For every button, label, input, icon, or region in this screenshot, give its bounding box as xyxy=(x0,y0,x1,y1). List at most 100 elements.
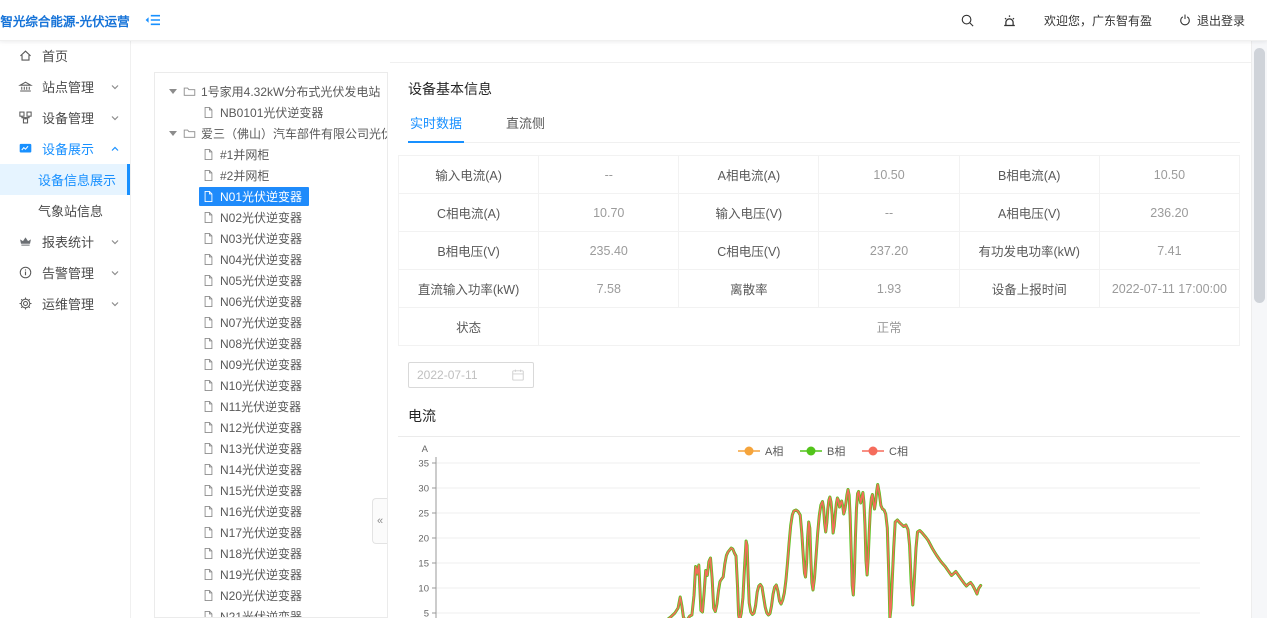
tree-device[interactable]: N13光伏逆变器 xyxy=(155,438,387,459)
sidebar-item-operations[interactable]: 运维管理 xyxy=(0,288,130,319)
logout-label: 退出登录 xyxy=(1197,12,1245,29)
sidebar-item-device-info-display[interactable]: 设备信息展示 xyxy=(0,164,130,195)
sidebar-item-alarms[interactable]: 告警管理 xyxy=(0,257,130,288)
sidebar-item-reports[interactable]: 报表统计 xyxy=(0,226,130,257)
field-value: 237.20 xyxy=(819,232,959,270)
legend-label[interactable]: A相 xyxy=(765,445,783,458)
vertical-scrollbar[interactable] xyxy=(1251,40,1267,618)
chart-title: 电流 xyxy=(408,406,1240,426)
alarm-icon[interactable] xyxy=(1001,12,1018,29)
search-icon[interactable] xyxy=(960,13,975,28)
sidebar-label: 运维管理 xyxy=(42,294,94,313)
sidebar-item-devices[interactable]: 设备管理 xyxy=(0,102,130,133)
tab-dc-side[interactable]: 直流侧 xyxy=(504,113,547,142)
main-panel: 设备基本信息 实时数据 直流侧 输入电流(A)--A相电流(A)10.50B相电… xyxy=(390,40,1252,618)
tree-device[interactable]: N05光伏逆变器 xyxy=(155,270,387,291)
menu-fold-icon[interactable] xyxy=(144,11,162,29)
device-tree: 1号家用4.32kW分布式光伏发电站NB0101光伏逆变器爱三（佛山）汽车部件有… xyxy=(155,73,387,618)
field-value: 2022-07-11 17:00:00 xyxy=(1099,270,1239,308)
tree-device[interactable]: N10光伏逆变器 xyxy=(155,375,387,396)
header-right: 欢迎您，广东智有盈 退出登录 xyxy=(960,12,1267,29)
legend-label[interactable]: C相 xyxy=(889,445,908,458)
field-value: 10.50 xyxy=(1099,156,1239,194)
logout-button[interactable]: 退出登录 xyxy=(1178,12,1245,29)
calendar-icon xyxy=(511,368,525,382)
sidebar-item-weather-station[interactable]: 气象站信息 xyxy=(0,195,130,226)
field-value: 10.50 xyxy=(819,156,959,194)
series-B相 xyxy=(436,485,981,618)
table-row: B相电压(V)235.40C相电压(V)237.20有功发电功率(kW)7.41 xyxy=(399,232,1240,270)
field-value: 1.93 xyxy=(819,270,959,308)
chevron-up-icon xyxy=(110,144,120,154)
svg-text:20: 20 xyxy=(418,534,429,545)
tree-device[interactable]: N07光伏逆变器 xyxy=(155,312,387,333)
current-chart: 0510152025303500:0001:0002:0003:0004:000… xyxy=(398,441,1240,618)
tree-device[interactable]: N12光伏逆变器 xyxy=(155,417,387,438)
tree-device[interactable]: NB0101光伏逆变器 xyxy=(155,102,387,123)
field-value: -- xyxy=(539,156,679,194)
field-label: C相电流(A) xyxy=(399,194,539,232)
sidebar-item-sites[interactable]: 站点管理 xyxy=(0,71,130,102)
tree-device[interactable]: #2并网柜 xyxy=(155,165,387,186)
scrollbar-thumb[interactable] xyxy=(1254,48,1265,303)
tree-station[interactable]: 爱三（佛山）汽车部件有限公司光伏发 xyxy=(155,123,387,144)
tree-device[interactable]: N11光伏逆变器 xyxy=(155,396,387,417)
display-icon xyxy=(18,141,33,156)
tree-device-selected[interactable]: N01光伏逆变器 xyxy=(155,186,387,207)
table-row: 输入电流(A)--A相电流(A)10.50B相电流(A)10.50 xyxy=(399,156,1240,194)
field-value: -- xyxy=(819,194,959,232)
tree-device[interactable]: N02光伏逆变器 xyxy=(155,207,387,228)
date-value: 2022-07-11 xyxy=(417,368,478,382)
tree-device[interactable]: N16光伏逆变器 xyxy=(155,501,387,522)
chevron-down-icon xyxy=(110,237,120,247)
tree-device[interactable]: N14光伏逆变器 xyxy=(155,459,387,480)
field-label: B相电流(A) xyxy=(959,156,1099,194)
page-title: 设备基本信息 xyxy=(408,79,1240,99)
tree-device[interactable]: N15光伏逆变器 xyxy=(155,480,387,501)
tree-device[interactable]: N17光伏逆变器 xyxy=(155,522,387,543)
tree-device[interactable]: N21光伏逆变器 xyxy=(155,606,387,618)
tree-device[interactable]: N03光伏逆变器 xyxy=(155,228,387,249)
tree-station[interactable]: 1号家用4.32kW分布式光伏发电站 xyxy=(155,81,387,102)
table-row: 状态正常 xyxy=(399,308,1240,346)
table-row: 直流输入功率(kW)7.58离散率1.93设备上报时间2022-07-11 17… xyxy=(399,270,1240,308)
chart-svg: 0510152025303500:0001:0002:0003:0004:000… xyxy=(398,441,1238,618)
legend-dot[interactable] xyxy=(745,447,754,456)
legend-label[interactable]: B相 xyxy=(827,445,845,458)
tree-device[interactable]: N18光伏逆变器 xyxy=(155,543,387,564)
caret-down-icon[interactable] xyxy=(169,89,177,94)
svg-text:30: 30 xyxy=(418,484,429,495)
tree-device[interactable]: N06光伏逆变器 xyxy=(155,291,387,312)
field-label: 离散率 xyxy=(679,270,819,308)
caret-down-icon[interactable] xyxy=(169,131,177,136)
tree-device[interactable]: N04光伏逆变器 xyxy=(155,249,387,270)
field-value: 236.20 xyxy=(1099,194,1239,232)
sidebar-label: 首页 xyxy=(42,46,68,65)
sidebar-label: 设备信息展示 xyxy=(38,170,116,189)
app-logo[interactable]: 智光综合能源-光伏运营 xyxy=(0,11,130,30)
field-label: 输入电压(V) xyxy=(679,194,819,232)
date-picker[interactable]: 2022-07-11 xyxy=(408,362,534,388)
sidebar-item-device-display[interactable]: 设备展示 xyxy=(0,133,130,164)
field-label: B相电压(V) xyxy=(399,232,539,270)
device-info-table: 输入电流(A)--A相电流(A)10.50B相电流(A)10.50C相电流(A)… xyxy=(398,155,1240,346)
tab-realtime-data[interactable]: 实时数据 xyxy=(408,113,464,143)
series-A相 xyxy=(436,485,981,618)
tree-device[interactable]: N20光伏逆变器 xyxy=(155,585,387,606)
legend-dot[interactable] xyxy=(869,447,878,456)
tree-device[interactable]: N19光伏逆变器 xyxy=(155,564,387,585)
field-label: 状态 xyxy=(399,308,539,346)
legend-dot[interactable] xyxy=(807,447,816,456)
field-value: 7.58 xyxy=(539,270,679,308)
sidebar-item-home[interactable]: 首页 xyxy=(0,40,130,71)
info-circle-icon xyxy=(18,265,33,280)
bank-icon xyxy=(18,79,33,94)
tree-collapse-handle[interactable]: « xyxy=(372,498,387,544)
tree-device[interactable]: N08光伏逆变器 xyxy=(155,333,387,354)
tree-device[interactable]: #1并网柜 xyxy=(155,144,387,165)
tab-bar: 实时数据 直流侧 xyxy=(408,113,1240,143)
field-label: 输入电流(A) xyxy=(399,156,539,194)
field-label: 直流输入功率(kW) xyxy=(399,270,539,308)
tree-device[interactable]: N09光伏逆变器 xyxy=(155,354,387,375)
welcome-text: 欢迎您，广东智有盈 xyxy=(1044,12,1152,29)
